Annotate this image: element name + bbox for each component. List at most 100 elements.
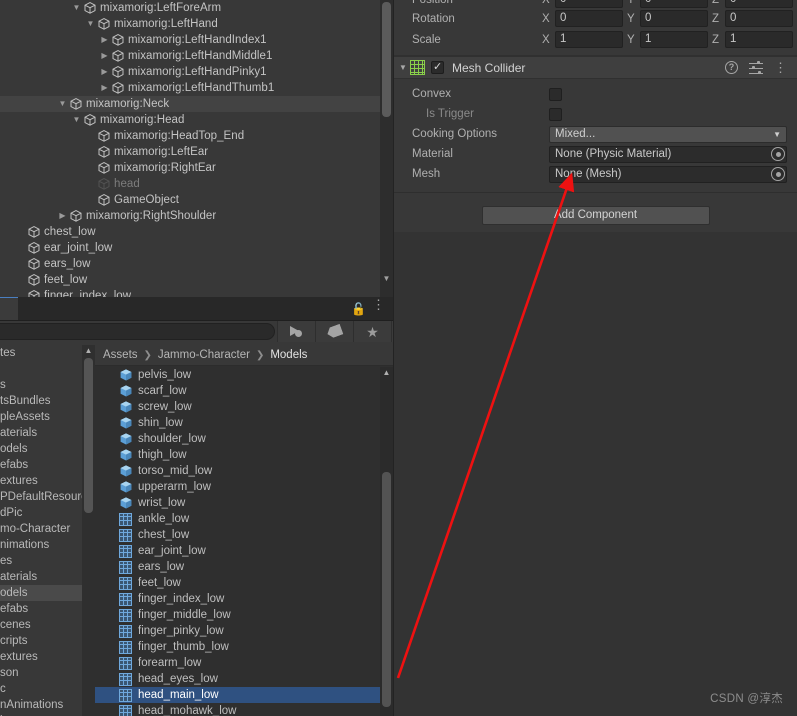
rotation-y-field[interactable]: 0 xyxy=(640,10,708,27)
hierarchy-item[interactable]: ▶ mixamorig:RightShoulder xyxy=(0,208,393,224)
folder-tree-item[interactable]: tes xyxy=(0,345,95,361)
asset-item-selected[interactable]: head_main_low xyxy=(95,687,393,703)
hierarchy-item[interactable]: ▶ mixamorig:LeftHandThumb1 xyxy=(0,80,393,96)
hierarchy-item[interactable]: ear_joint_low xyxy=(0,240,393,256)
favorites-button[interactable]: ★ xyxy=(353,321,391,342)
chevron-down-icon[interactable]: ▼ xyxy=(70,112,83,128)
position-x-field[interactable]: 0 xyxy=(555,0,623,8)
asset-item[interactable]: pelvis_low xyxy=(95,367,393,383)
hierarchy-scrollbar-thumb[interactable] xyxy=(382,2,391,117)
chevron-down-icon[interactable]: ▼ xyxy=(84,16,97,32)
folder-tree-item[interactable]: aterials xyxy=(0,569,95,585)
folder-tree-item[interactable]: odels xyxy=(0,441,95,457)
convex-checkbox[interactable] xyxy=(549,87,562,101)
filter-by-type-button[interactable] xyxy=(277,321,315,342)
hierarchy-item[interactable]: finger_index_low xyxy=(0,288,393,297)
position-y-field[interactable]: 0 xyxy=(640,0,708,8)
help-icon[interactable]: ? xyxy=(725,61,738,74)
folder-tree-item[interactable]: efabs xyxy=(0,601,95,617)
chevron-down-icon[interactable]: ▼ xyxy=(396,63,410,72)
asset-item[interactable]: head_eyes_low xyxy=(95,671,393,687)
hierarchy-item[interactable]: ▶ mixamorig:LeftHandIndex1 xyxy=(0,32,393,48)
hierarchy-item[interactable]: chest_low xyxy=(0,224,393,240)
project-tab[interactable] xyxy=(0,297,18,320)
component-menu-icon[interactable]: ⋮ xyxy=(774,61,787,74)
asset-item[interactable]: chest_low xyxy=(95,527,393,543)
chevron-down-icon[interactable]: ▼ xyxy=(56,96,69,112)
hierarchy-item[interactable]: ears_low xyxy=(0,256,393,272)
asset-item[interactable]: finger_pinky_low xyxy=(95,623,393,639)
hierarchy-item[interactable]: ▶ mixamorig:LeftHandMiddle1 xyxy=(0,48,393,64)
chevron-right-icon[interactable]: ▶ xyxy=(98,32,111,48)
folder-tree-item[interactable]: es xyxy=(0,553,95,569)
scale-z-field[interactable]: 1 xyxy=(725,31,793,48)
object-picker-icon[interactable] xyxy=(771,167,785,181)
cooking-options-dropdown[interactable]: Mixed... ▼ xyxy=(549,125,787,143)
preset-icon[interactable] xyxy=(749,61,763,75)
asset-item[interactable]: feet_low xyxy=(95,575,393,591)
folder-tree-item[interactable]: PDefaultResourc xyxy=(0,489,95,505)
asset-item[interactable]: finger_thumb_low xyxy=(95,639,393,655)
folder-tree-item[interactable]: s xyxy=(0,377,95,393)
folder-tree-item[interactable]: extures xyxy=(0,473,95,489)
folder-tree-item[interactable]: mo-Character xyxy=(0,521,95,537)
position-z-field[interactable]: 0 xyxy=(725,0,793,8)
hierarchy-item[interactable]: mixamorig:RightEar xyxy=(0,160,393,176)
folder-tree-item[interactable]: efabs xyxy=(0,457,95,473)
hierarchy-scroll-down-icon[interactable]: ▼ xyxy=(380,273,393,285)
lock-icon[interactable]: 🔓 xyxy=(351,302,366,316)
material-object-field[interactable]: None (Physic Material) xyxy=(549,145,787,163)
folder-tree-item[interactable]: tsBundles xyxy=(0,393,95,409)
asset-item[interactable]: shin_low xyxy=(95,415,393,431)
asset-list-scrollbar[interactable]: ▲ xyxy=(380,367,393,716)
asset-item[interactable]: torso_mid_low xyxy=(95,463,393,479)
add-component-button[interactable]: Add Component xyxy=(481,206,710,225)
hierarchy-item[interactable]: head xyxy=(0,176,393,192)
rotation-x-field[interactable]: 0 xyxy=(555,10,623,27)
asset-item[interactable]: ears_low xyxy=(95,559,393,575)
hierarchy-item[interactable]: mixamorig:LeftEar xyxy=(0,144,393,160)
asset-item[interactable]: finger_index_low xyxy=(95,591,393,607)
mesh-object-field[interactable]: None (Mesh) xyxy=(549,165,787,183)
folder-tree-item[interactable]: aterials xyxy=(0,425,95,441)
hidden-packages-button[interactable]: 17 xyxy=(391,321,393,342)
folder-tree-item[interactable]: odels xyxy=(0,585,95,601)
scale-y-field[interactable]: 1 xyxy=(640,31,708,48)
hierarchy-item[interactable]: ▶ mixamorig:LeftHandPinky1 xyxy=(0,64,393,80)
search-input[interactable] xyxy=(0,323,275,340)
hierarchy-item[interactable]: mixamorig:HeadTop_End xyxy=(0,128,393,144)
asset-item[interactable]: finger_middle_low xyxy=(95,607,393,623)
asset-item[interactable]: forearm_low xyxy=(95,655,393,671)
asset-item[interactable]: shoulder_low xyxy=(95,431,393,447)
scale-x-field[interactable]: 1 xyxy=(555,31,623,48)
chevron-right-icon[interactable]: ▶ xyxy=(98,80,111,96)
folder-scrollbar-thumb[interactable] xyxy=(84,358,93,513)
folder-tree-item[interactable] xyxy=(0,361,95,377)
chevron-down-icon[interactable]: ▼ xyxy=(70,0,83,16)
asset-item[interactable]: ear_joint_low xyxy=(95,543,393,559)
hierarchy-item[interactable]: GameObject xyxy=(0,192,393,208)
folder-tree-item[interactable]: nAnimations xyxy=(0,697,95,713)
hierarchy-item[interactable]: ▼ mixamorig:LeftForeArm xyxy=(0,0,393,16)
asset-item[interactable]: wrist_low xyxy=(95,495,393,511)
folder-tree[interactable]: tes s tsBundles pleAssets aterials odels efabs… xyxy=(0,345,95,716)
chevron-right-icon[interactable]: ▶ xyxy=(98,64,111,80)
folder-tree-item[interactable]: son xyxy=(0,665,95,681)
is-trigger-checkbox[interactable] xyxy=(549,107,562,121)
chevron-right-icon[interactable]: ▶ xyxy=(56,208,69,224)
mesh-collider-enabled-checkbox[interactable] xyxy=(431,60,444,74)
hierarchy-tree[interactable]: ▼ mixamorig:LeftForeArm ▼ mixamorig:LeftHan… xyxy=(0,0,393,297)
hierarchy-item[interactable]: ▼ mixamorig:Head xyxy=(0,112,393,128)
folder-tree-item[interactable]: c xyxy=(0,681,95,697)
asset-item[interactable]: upperarm_low xyxy=(95,479,393,495)
folder-tree-item[interactable]: cripts xyxy=(0,633,95,649)
filter-by-label-button[interactable] xyxy=(315,321,353,342)
rotation-z-field[interactable]: 0 xyxy=(725,10,793,27)
folder-tree-item[interactable]: dPic xyxy=(0,505,95,521)
hierarchy-item[interactable]: feet_low xyxy=(0,272,393,288)
asset-item[interactable]: scarf_low xyxy=(95,383,393,399)
folder-tree-item[interactable]: pleAssets xyxy=(0,409,95,425)
asset-list[interactable]: pelvis_low scarf_low screw_low shin_low shou… xyxy=(95,367,393,716)
folder-tree-item[interactable]: nimations xyxy=(0,537,95,553)
panel-menu-icon[interactable]: ⋮ xyxy=(372,298,385,311)
